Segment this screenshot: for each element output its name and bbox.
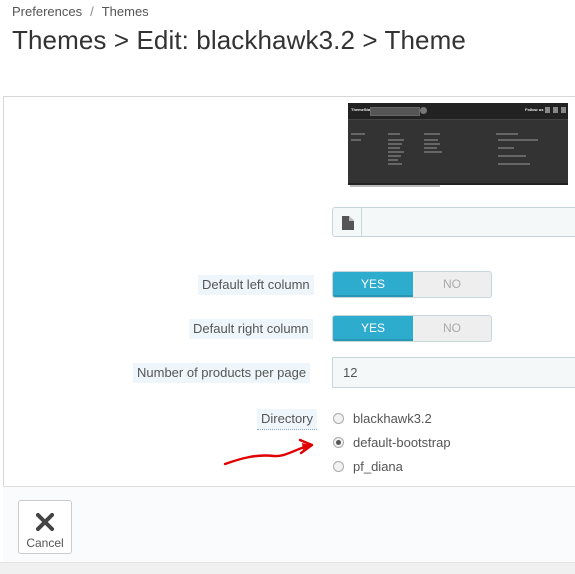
preview-text-line [498,147,514,149]
page-title: Themes > Edit: blackhawk3.2 > Theme [12,25,466,55]
breadcrumb: Preferences / Themes [12,4,149,19]
bottom-strip [0,562,575,574]
preview-text-line [351,133,365,135]
preview-text-line [388,147,400,149]
breadcrumb-separator: / [90,4,94,19]
preview-caption [350,185,440,187]
preview-follow-text: Follow us [525,107,544,112]
preview-text-line [424,139,438,141]
default-left-column-yes[interactable]: YES [333,272,413,297]
preview-social-icon [553,107,558,113]
default-right-column-yes[interactable]: YES [333,316,413,341]
radio-button[interactable] [333,413,344,424]
preview-search-box [370,107,420,116]
products-per-page-input[interactable]: 12 [332,357,575,388]
default-left-column-no[interactable]: NO [413,272,491,297]
preview-text-line [424,133,440,135]
radio-label: pf_diana [353,459,403,474]
preview-search-icon [420,107,427,114]
preview-text-line [498,163,530,165]
file-input[interactable] [361,207,575,237]
form-footer [3,487,575,562]
radio-button-checked[interactable] [333,437,344,448]
preview-text-line [388,159,398,161]
radio-button[interactable] [333,461,344,472]
default-left-column-toggle[interactable]: YES NO [332,271,492,298]
preview-text-line [351,139,361,141]
preview-text-line [424,147,437,149]
preview-text-line [388,139,404,141]
preview-logo-text: ThemeStar [351,107,372,112]
cancel-button[interactable]: Cancel [18,500,72,554]
close-icon [36,513,54,531]
preview-text-line [388,143,402,145]
file-icon [342,216,354,230]
cancel-label: Cancel [26,536,64,550]
preview-text-line [388,133,400,135]
preview-social-icon [545,107,550,113]
directory-label: Directory [257,409,318,430]
preview-text-line [424,143,440,145]
breadcrumb-item-preferences[interactable]: Preferences [12,4,82,19]
preview-text-line [498,139,538,141]
preview-text-line [388,151,404,153]
theme-preview-image: ThemeStar Follow us [348,103,568,185]
radio-label: blackhawk3.2 [353,411,432,426]
preview-text-line [388,163,402,165]
page: Preferences / Themes Themes > Edit: blackh… [0,0,575,574]
products-per-page-label: Number of products per page [133,363,311,383]
preview-text-line [424,151,442,153]
preview-social-icon [561,107,566,113]
default-left-column-label: Default left column [198,275,314,295]
preview-text-line [388,155,401,157]
red-arrow-annotation-icon [223,438,314,466]
default-right-column-label: Default right column [189,319,313,339]
file-upload-button[interactable] [332,207,362,237]
default-right-column-toggle[interactable]: YES NO [332,315,492,342]
preview-text-line [496,133,518,135]
page-header: Preferences / Themes Themes > Edit: blackh… [0,0,575,96]
radio-label: default-bootstrap [353,435,451,450]
breadcrumb-item-themes[interactable]: Themes [102,4,149,19]
default-right-column-no[interactable]: NO [413,316,491,341]
preview-text-line [498,155,526,157]
